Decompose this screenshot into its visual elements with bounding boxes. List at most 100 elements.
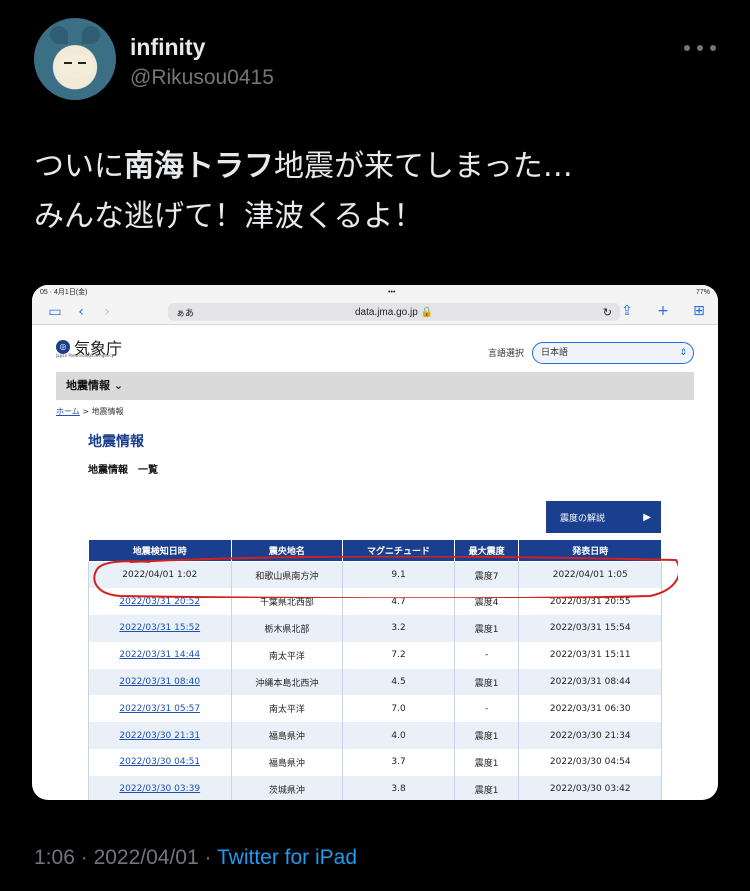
intensity-cell: 震度1	[453, 722, 520, 750]
magnitude-cell: 4.5	[342, 668, 455, 696]
list-title: 地震情報 一覧	[88, 465, 158, 476]
back-icon: ‹	[78, 303, 84, 320]
sidebar-icon: ▭	[48, 303, 62, 320]
column-header: 地震検知日時	[88, 539, 232, 562]
intensity-cell: 震度1	[453, 615, 520, 642]
chevron-down-icon: ⌄	[113, 379, 124, 392]
page-title: 地震情報	[88, 434, 144, 450]
avatar-face	[56, 54, 94, 78]
detect-time-cell: 2022/04/01 1:02	[88, 561, 232, 589]
announce-time-cell: 2022/04/01 1:05	[518, 561, 662, 589]
epicenter-cell: 南太平洋	[230, 641, 344, 669]
magnitude-cell: 4.0	[342, 722, 455, 750]
jma-logo: ◎ 気象庁 Japan Meteorological Agency	[56, 335, 122, 359]
tweet-source-link[interactable]: Twitter for iPad	[217, 846, 357, 869]
epicenter-cell: 沖縄本島北西沖	[230, 668, 344, 696]
column-header: 発表日時	[518, 539, 662, 562]
tweet-text-bold: 南海トラフ	[124, 149, 274, 184]
explain-button-label: 震度の解説	[560, 513, 606, 524]
detect-time-link: 2022/03/31 20:52	[119, 596, 201, 607]
avatar[interactable]	[34, 18, 116, 100]
earthquake-table: 地震検知日時 震央地名 マグニチュード 最大震度 発表日時 2022/04/01…	[88, 539, 662, 800]
tweet-time[interactable]: 1:06	[34, 846, 75, 869]
epicenter-cell: 福島県沖	[230, 722, 344, 750]
menu-bar: 地震情報 ⌄	[56, 372, 694, 400]
url-text: data.jma.go.jp	[354, 306, 418, 318]
language-value: 日本語	[541, 348, 569, 358]
user-handle[interactable]: @Rikusou0415	[130, 66, 274, 90]
epicenter-cell: 南太平洋	[230, 695, 344, 723]
status-right: 77%	[695, 288, 710, 296]
tweet-text: ついに南海トラフ地震が来てしまった… みんな逃げて！津波くるよ！	[34, 142, 724, 242]
detect-time-link: 2022/03/31 14:44	[119, 650, 201, 661]
address-bar: ぁあ data.jma.go.jp 🔒 ↻	[168, 303, 620, 321]
language-select: 日本語 ⇕	[532, 342, 694, 364]
tweet-text-pre: ついに	[34, 149, 124, 184]
announce-time-cell: 2022/03/31 15:54	[518, 615, 662, 642]
table-row: 2022/03/30 03:39 茨城県沖 3.8 震度1 2022/03/30…	[88, 775, 662, 800]
table-row: 2022/03/30 04:51 福島県沖 3.7 震度1 2022/03/30…	[88, 749, 662, 776]
status-dots-icon: •••	[388, 288, 396, 296]
epicenter-cell: 栃木県北部	[230, 615, 344, 642]
intensity-cell: -	[453, 641, 520, 669]
announce-time-cell: 2022/03/30 21:34	[518, 722, 662, 750]
play-arrow-icon: ▶	[643, 511, 651, 523]
avatar-eye-left	[64, 62, 72, 64]
table-row: 2022/03/30 21:31 福島県沖 4.0 震度1 2022/03/30…	[88, 722, 662, 750]
table-row: 2022/03/31 15:52 栃木県北部 3.2 震度1 2022/03/3…	[88, 615, 662, 642]
table-row: 2022/03/31 14:44 南太平洋 7.2 - 2022/03/31 1…	[88, 641, 662, 669]
detect-time-link: 2022/03/31 08:40	[119, 677, 201, 688]
tweet-media-image[interactable]: 05 · 4月1日(金) ••• 77% ▭ ‹ › ぁあ data.jma.g…	[32, 285, 718, 800]
breadcrumb-current: 地震情報	[91, 407, 124, 416]
table-row: 2022/03/31 20:52 千葉県北西部 4.7 震度4 2022/03/…	[88, 588, 662, 616]
safari-toolbar: ▭ ‹ › ぁあ data.jma.go.jp 🔒 ↻ ⇪ + ⊞	[32, 299, 718, 325]
language-label: 言語選択	[488, 349, 525, 359]
detect-time-link: 2022/03/30 04:51	[119, 757, 201, 768]
table-row: 2022/03/31 08:40 沖縄本島北西沖 4.5 震度1 2022/03…	[88, 668, 662, 696]
announce-time-cell: 2022/03/31 08:44	[518, 668, 662, 696]
toolbar-right-icons: ⇪ + ⊞	[614, 303, 712, 319]
column-header: マグニチュード	[342, 539, 455, 562]
new-tab-icon: +	[657, 303, 669, 319]
announce-time-cell: 2022/03/31 15:11	[518, 641, 662, 669]
intensity-cell: -	[453, 695, 520, 723]
display-name[interactable]: infinity	[130, 34, 205, 61]
more-options-button[interactable]	[684, 38, 716, 58]
breadcrumb: ホーム > 地震情報	[56, 406, 124, 417]
tweet-meta: 1:06 · 2022/04/01 · Twitter for iPad	[34, 846, 357, 870]
breadcrumb-separator: >	[82, 407, 90, 416]
tabs-grid-icon: ⊞	[693, 303, 705, 319]
lock-icon: 🔒	[417, 306, 434, 318]
table-header-row: 地震検知日時 震央地名 マグニチュード 最大震度 発表日時	[88, 539, 662, 562]
more-dot-icon	[684, 45, 690, 51]
detect-time-link: 2022/03/31 15:52	[119, 623, 201, 634]
intensity-explain-button: 震度の解説 ▶	[546, 501, 661, 533]
tweet-line-1: ついに南海トラフ地震が来てしまった…	[34, 142, 724, 192]
more-dot-icon	[710, 45, 716, 51]
epicenter-cell: 茨城県沖	[230, 775, 344, 800]
magnitude-cell: 9.1	[342, 561, 455, 589]
intensity-cell: 震度4	[453, 588, 520, 616]
magnitude-cell: 7.2	[342, 641, 455, 669]
status-left: 05 · 4月1日(金)	[40, 289, 88, 296]
tweet-header: infinity @Rikusou0415	[34, 18, 724, 108]
intensity-cell: 震度1	[453, 749, 520, 776]
magnitude-cell: 3.7	[342, 749, 455, 776]
tweet-text-post: 地震が来てしまった…	[274, 149, 573, 184]
ios-status-bar: 05 · 4月1日(金) ••• 77%	[32, 285, 718, 299]
table-row: 2022/04/01 1:02 和歌山県南方沖 9.1 震度7 2022/04/…	[88, 561, 662, 589]
column-header: 震央地名	[230, 539, 344, 562]
reload-icon: ↻	[602, 306, 612, 319]
detect-time-link: 2022/03/31 05:57	[119, 703, 201, 714]
detect-time-link: 2022/03/30 03:39	[119, 784, 201, 795]
epicenter-cell: 福島県沖	[230, 749, 344, 776]
announce-time-cell: 2022/03/30 04:54	[518, 749, 662, 776]
chevron-updown-icon: ⇕	[679, 348, 687, 358]
tweet-line-2: みんな逃げて！津波くるよ！	[34, 199, 424, 234]
forward-icon: ›	[104, 303, 110, 320]
detect-time-link: 2022/03/30 21:31	[119, 730, 201, 741]
announce-time-cell: 2022/03/31 06:30	[518, 695, 662, 723]
avatar-ear-left	[50, 26, 68, 44]
tweet-date[interactable]: 2022/04/01	[94, 846, 199, 869]
magnitude-cell: 4.7	[342, 588, 455, 616]
